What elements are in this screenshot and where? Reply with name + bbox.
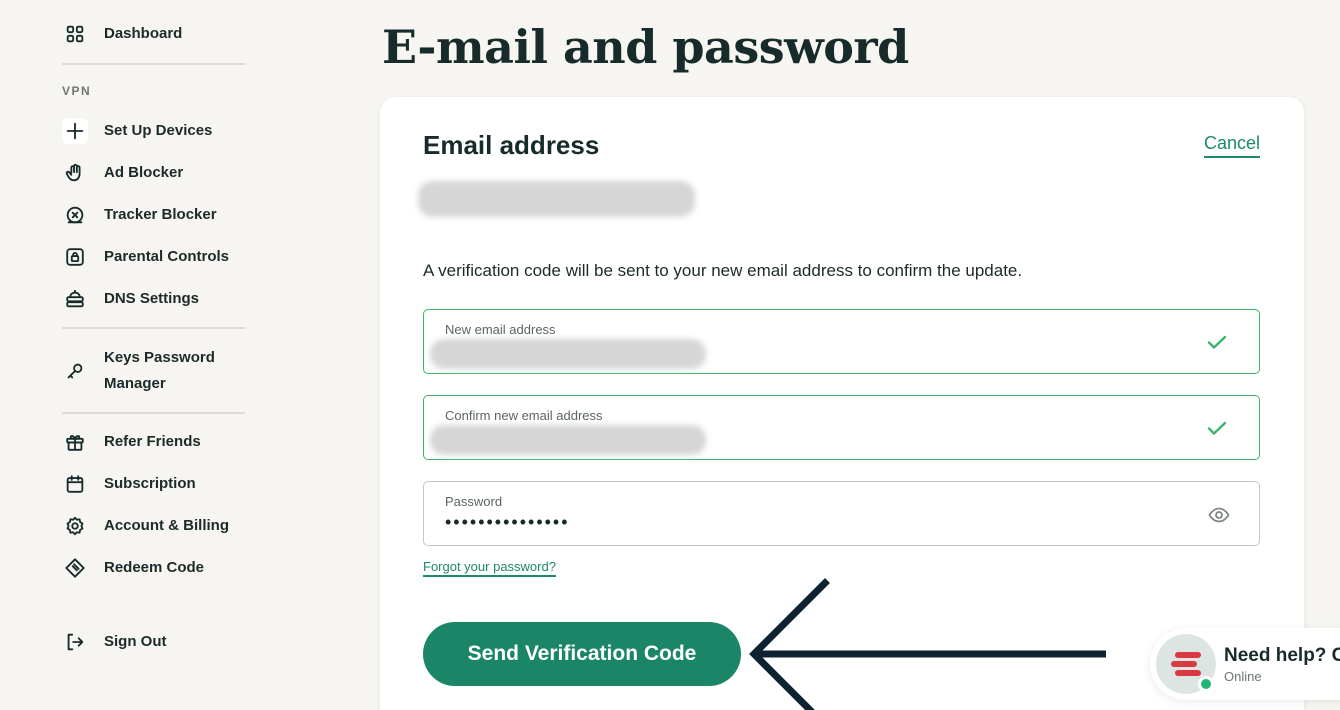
new-email-label: New email address (445, 322, 556, 337)
sidebar-item-redeem-code[interactable]: Redeem Code (62, 553, 204, 583)
verification-info-text: A verification code will be sent to your… (423, 261, 1023, 280)
check-icon (1205, 416, 1229, 440)
sidebar-item-dns-settings[interactable]: DNS Settings (62, 284, 199, 314)
sidebar-item-dashboard[interactable]: Dashboard (62, 19, 182, 49)
new-email-value-redacted (430, 339, 706, 369)
check-icon (1205, 330, 1229, 354)
gift-icon (62, 429, 88, 455)
cancel-link[interactable]: Cancel (1203, 133, 1260, 158)
sidebar-item-label: Parental Controls (104, 248, 230, 265)
calendar-icon (62, 471, 88, 497)
sidebar-item-parental-controls[interactable]: Parental Controls (62, 242, 229, 272)
online-status-dot (1198, 676, 1214, 692)
confirm-email-value-redacted (430, 425, 706, 455)
help-status: Online (1224, 669, 1262, 684)
sidebar-item-ad-blocker[interactable]: Ad Blocker (62, 158, 183, 188)
eye-icon[interactable] (1207, 503, 1231, 527)
sidebar-item-label: Account & Billing (104, 517, 229, 534)
grid-icon (62, 21, 88, 47)
sidebar-divider (62, 327, 245, 329)
card-title: Email address (423, 130, 600, 160)
gear-icon (62, 513, 88, 539)
hand-icon (62, 160, 88, 186)
dns-icon (62, 286, 88, 312)
sidebar-item-label: Set Up Devices (104, 122, 213, 139)
sidebar-item-subscription[interactable]: Subscription (62, 469, 196, 499)
password-field[interactable]: Password ••••••••••••••• (423, 481, 1260, 546)
sidebar-item-label: DNS Settings (104, 290, 200, 307)
section-label-vpn: VPN (62, 84, 92, 98)
sidebar-item-label: Keys Password Manager (104, 349, 215, 392)
help-title: Need help? C (1224, 645, 1340, 666)
password-label: Password (445, 494, 503, 509)
sidebar-item-label: Refer Friends (104, 433, 201, 450)
arrow-annotation-icon (749, 578, 1106, 710)
sidebar-divider (62, 63, 245, 65)
forgot-password-link[interactable]: Forgot your password? (423, 559, 556, 577)
sidebar-item-tracker-blocker[interactable]: Tracker Blocker (62, 200, 217, 230)
password-value: ••••••••••••••• (445, 512, 570, 532)
sidebar-item-label: Sign Out (104, 633, 167, 650)
sidebar: Dashboard VPN Set Up Devices Ad Blocker … (0, 0, 260, 710)
sidebar-item-account-billing[interactable]: Account & Billing (62, 511, 229, 541)
sidebar-item-label: Tracker Blocker (104, 206, 217, 223)
help-chat-widget[interactable]: Need help? C Online (1150, 628, 1340, 700)
send-verification-code-button[interactable]: Send Verification Code (423, 622, 741, 686)
sign-out-icon (62, 629, 88, 655)
confirm-email-label: Confirm new email address (445, 408, 603, 423)
sidebar-item-sign-out[interactable]: Sign Out (62, 627, 167, 657)
new-email-field[interactable]: New email address (423, 309, 1260, 374)
sidebar-item-label: Dashboard (104, 25, 183, 42)
sidebar-divider (62, 412, 245, 414)
ticket-icon (62, 555, 88, 581)
sidebar-item-label: Subscription (104, 475, 196, 492)
tracker-icon (62, 202, 88, 228)
page-title: E-mail and password (382, 20, 909, 74)
sidebar-item-label: Ad Blocker (104, 164, 184, 181)
lock-icon (62, 244, 88, 270)
key-icon (62, 358, 88, 384)
sidebar-item-label: Redeem Code (104, 559, 205, 576)
sidebar-item-keys-password-manager[interactable]: Keys Password Manager (62, 343, 234, 399)
sidebar-item-setup-devices[interactable]: Set Up Devices (62, 116, 212, 146)
sidebar-item-refer-friends[interactable]: Refer Friends (62, 427, 201, 457)
confirm-email-field[interactable]: Confirm new email address (423, 395, 1260, 460)
current-email-redacted (418, 181, 695, 217)
plus-icon (62, 118, 88, 144)
